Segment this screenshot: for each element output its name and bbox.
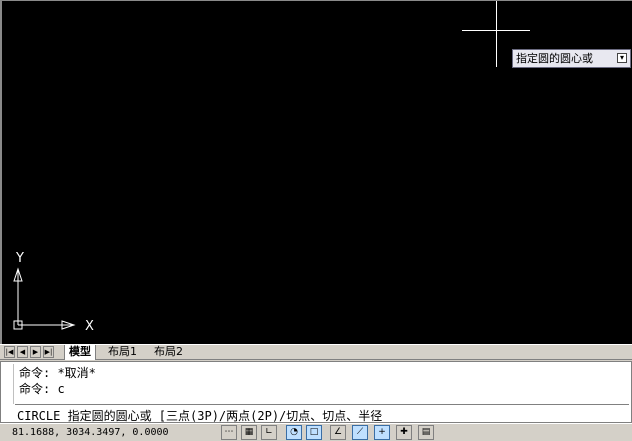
command-prompt-line[interactable]: CIRCLE 指定圆的圆心或 [三点(3P)/两点(2P)/切点、切点、半径 [17, 407, 382, 424]
crosshair-vertical [496, 1, 497, 67]
drawing-canvas[interactable]: 指定圆的圆心或 ▾ Y X [0, 0, 632, 344]
command-history-line: 命令: c [19, 382, 65, 396]
command-separator [15, 404, 629, 405]
grid-display-icon[interactable]: ▦ [241, 425, 257, 440]
snap-mode-icon[interactable]: ⋯ [221, 425, 237, 440]
command-history-line: 命令: *取消* [19, 366, 96, 380]
next-tab-icon[interactable]: ▶ [30, 346, 41, 358]
dynamic-ucs-icon[interactable]: ⟋ [352, 425, 368, 440]
coordinate-readout[interactable]: 81.1688, 3034.3497, 0.0000 [12, 427, 169, 438]
prev-tab-icon[interactable]: ◀ [17, 346, 28, 358]
layout-tab-bar: |◀ ◀ ▶ ▶| 模型 布局1 布局2 [0, 344, 632, 360]
ucs-y-label: Y [15, 251, 24, 266]
command-window-grip[interactable] [3, 364, 14, 404]
dropdown-icon[interactable]: ▾ [617, 53, 627, 63]
dynamic-input-tooltip: 指定圆的圆心或 ▾ [512, 49, 631, 68]
ucs-x-label: X [85, 319, 94, 334]
status-bar: 81.1688, 3034.3497, 0.0000 ⋯ ▦ ∟ ◔ □ ∠ ⟋… [0, 423, 632, 441]
tab-model[interactable]: 模型 [64, 345, 96, 360]
polar-tracking-icon[interactable]: ◔ [286, 425, 302, 440]
object-snap-tracking-icon[interactable]: ∠ [330, 425, 346, 440]
tab-layout1[interactable]: 布局1 [104, 345, 141, 360]
object-snap-icon[interactable]: □ [306, 425, 322, 440]
command-window[interactable]: 命令: *取消* 命令: c CIRCLE 指定圆的圆心或 [三点(3P)/两点… [0, 361, 632, 423]
last-tab-icon[interactable]: ▶| [43, 346, 54, 358]
lineweight-icon[interactable]: ✚ [396, 425, 412, 440]
quick-properties-icon[interactable]: ▤ [418, 425, 434, 440]
first-tab-icon[interactable]: |◀ [4, 346, 15, 358]
tooltip-text: 指定圆的圆心或 [516, 52, 593, 65]
dynamic-input-icon[interactable]: + [374, 425, 390, 440]
tab-layout2[interactable]: 布局2 [150, 345, 187, 360]
ucs-icon: Y X [13, 251, 94, 334]
ortho-mode-icon[interactable]: ∟ [261, 425, 277, 440]
